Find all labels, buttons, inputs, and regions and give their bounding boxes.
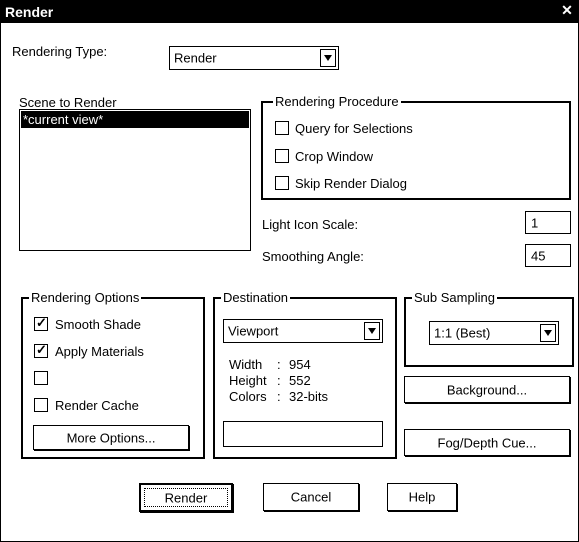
apply-materials-checkbox[interactable] xyxy=(34,342,48,358)
fog-depth-cue-button[interactable]: Fog/Depth Cue... xyxy=(404,429,570,456)
render-cache-label: Render Cache xyxy=(55,398,139,413)
background-label: Background... xyxy=(446,382,528,397)
smooth-shade-label: Smooth Shade xyxy=(55,317,142,332)
colors-value: 32-bits xyxy=(289,389,329,404)
fog-depth-cue-label: Fog/Depth Cue... xyxy=(437,435,537,450)
smooth-shade-checkbox[interactable] xyxy=(34,315,48,331)
height-separator: : xyxy=(277,373,281,388)
sub-sampling-value: 1:1 (Best) xyxy=(434,325,491,341)
scene-list[interactable]: *current view* xyxy=(19,109,251,251)
window-title: Render xyxy=(5,4,54,20)
scene-label: Scene to Render xyxy=(19,95,117,110)
width-separator: : xyxy=(277,357,281,372)
rendering-options-title: Rendering Options xyxy=(29,290,142,305)
width-value: 954 xyxy=(289,357,311,372)
help-button[interactable]: Help xyxy=(387,483,457,511)
sub-sampling-title: Sub Sampling xyxy=(412,290,497,305)
cancel-label: Cancel xyxy=(290,489,332,505)
render-cache-checkbox[interactable] xyxy=(34,398,48,412)
more-options-button[interactable]: More Options... xyxy=(33,425,189,450)
rendering-procedure-title: Rendering Procedure xyxy=(273,94,401,109)
query-for-selections-checkbox[interactable] xyxy=(275,121,289,135)
crop-window-checkbox[interactable] xyxy=(275,149,289,163)
render-dialog: Render ✕ Rendering Type: Render Scene to… xyxy=(0,0,579,542)
light-icon-scale-value: 1 xyxy=(531,215,539,230)
sub-sampling-select[interactable]: 1:1 (Best) xyxy=(429,321,559,345)
skip-render-dialog-checkbox[interactable] xyxy=(275,176,289,190)
skip-render-dialog-label: Skip Render Dialog xyxy=(295,176,408,191)
render-label: Render xyxy=(164,490,208,505)
unnamed-option-checkbox[interactable] xyxy=(34,371,48,385)
destination-value: Viewport xyxy=(228,323,279,339)
destination-field[interactable] xyxy=(223,421,383,447)
chevron-down-icon[interactable] xyxy=(320,49,336,67)
close-icon[interactable]: ✕ xyxy=(560,3,574,17)
height-label: Height xyxy=(229,373,267,388)
colors-separator: : xyxy=(277,389,281,404)
crop-window-label: Crop Window xyxy=(295,149,374,164)
title-bar[interactable]: Render ✕ xyxy=(1,1,578,23)
rendering-type-select[interactable]: Render xyxy=(169,46,339,70)
render-button[interactable]: Render xyxy=(139,483,233,512)
width-label: Width xyxy=(229,357,263,372)
destination-title: Destination xyxy=(221,290,291,305)
light-icon-scale-label: Light Icon Scale: xyxy=(262,217,359,232)
help-label: Help xyxy=(408,489,436,505)
cancel-button[interactable]: Cancel xyxy=(263,483,359,511)
list-item[interactable]: *current view* xyxy=(21,111,249,128)
rendering-type-label: Rendering Type: xyxy=(12,44,108,59)
chevron-down-icon[interactable] xyxy=(540,324,556,342)
smoothing-angle-label: Smoothing Angle: xyxy=(262,249,364,264)
smoothing-angle-input[interactable]: 45 xyxy=(525,244,571,267)
light-icon-scale-input[interactable]: 1 xyxy=(525,211,571,234)
smoothing-angle-value: 45 xyxy=(531,248,546,263)
height-value: 552 xyxy=(289,373,311,388)
apply-materials-label: Apply Materials xyxy=(55,344,144,359)
background-button[interactable]: Background... xyxy=(404,376,570,403)
destination-select[interactable]: Viewport xyxy=(223,319,383,343)
colors-label: Colors xyxy=(229,389,267,404)
chevron-down-icon[interactable] xyxy=(364,322,380,340)
query-for-selections-label: Query for Selections xyxy=(295,121,413,136)
rendering-type-value: Render xyxy=(174,50,217,66)
more-options-label: More Options... xyxy=(66,430,156,445)
